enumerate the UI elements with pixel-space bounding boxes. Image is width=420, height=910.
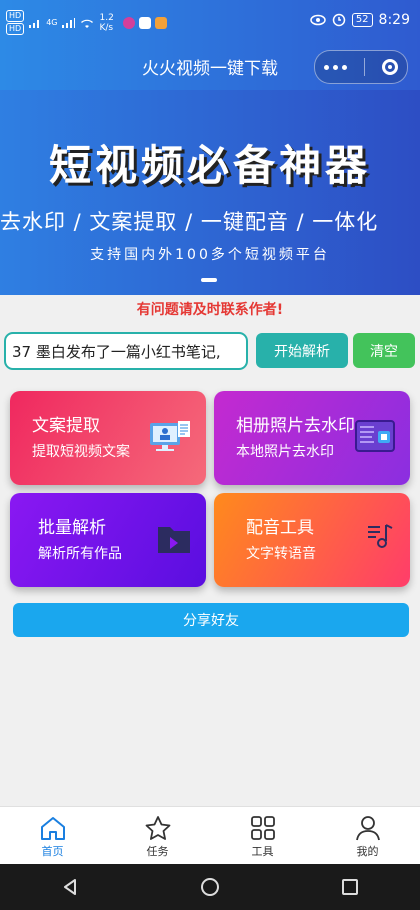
alarm-icon xyxy=(332,13,346,27)
carousel-indicator xyxy=(201,278,217,282)
status-left: HD HD 4G 1.2 K/s xyxy=(6,10,168,35)
home-icon xyxy=(40,817,65,840)
tab-tasks[interactable]: 任务 xyxy=(105,807,210,865)
app-badge-icon xyxy=(155,16,168,29)
more-icon[interactable] xyxy=(323,64,347,70)
tab-tools[interactable]: 工具 xyxy=(210,807,315,865)
miniprogram-capsule xyxy=(314,50,408,84)
start-parse-button[interactable]: 开始解析 xyxy=(256,333,348,368)
home-circle-icon[interactable] xyxy=(200,877,220,897)
card-subtitle: 本地照片去水印 xyxy=(236,444,334,460)
link-input[interactable] xyxy=(4,332,248,370)
folder-icon xyxy=(158,527,190,553)
grid-icon xyxy=(250,816,275,840)
card-title: 批量解析 xyxy=(38,518,106,538)
card-subtitle: 解析所有作品 xyxy=(38,546,122,562)
signal-icon xyxy=(62,17,76,28)
tab-label: 我的 xyxy=(356,845,379,858)
wifi-icon xyxy=(81,19,94,28)
bottom-tab-bar: 首页 任务 工具 我的 xyxy=(0,806,420,865)
music-list-icon xyxy=(368,524,393,548)
battery-icon: 52 xyxy=(351,13,373,27)
tab-label: 首页 xyxy=(41,845,64,858)
banner-title: 短视频必备神器 xyxy=(48,141,371,190)
clear-button[interactable]: 清空 xyxy=(353,333,415,368)
app-notification-icon xyxy=(123,16,136,29)
eye-icon xyxy=(310,14,326,26)
clock: 8:29 xyxy=(378,12,410,28)
capsule-divider xyxy=(363,58,365,76)
image-frame-icon xyxy=(355,420,395,452)
card-copy-extract[interactable]: 文案提取 提取短视频文案 xyxy=(10,391,206,485)
card-subtitle: 提取短视频文案 xyxy=(32,444,130,460)
network-label: 4G xyxy=(46,18,58,27)
card-title: 相册照片去水印 xyxy=(236,416,355,436)
tab-profile[interactable]: 我的 xyxy=(315,807,420,865)
banner-subtitle: 去水印 / 文案提取 / 一键配音 / 一体化 xyxy=(0,210,379,234)
recents-icon[interactable] xyxy=(340,877,360,897)
banner-note: 支持国内外100多个短视频平台 xyxy=(90,247,330,263)
document-monitor-icon xyxy=(150,421,190,451)
card-title: 配音工具 xyxy=(246,518,314,538)
status-right: 52 8:29 xyxy=(310,12,410,28)
share-friends-button[interactable]: 分享好友 xyxy=(13,603,409,637)
card-photo-watermark[interactable]: 相册照片去水印 本地照片去水印 xyxy=(214,391,410,485)
sim2-badge: HD xyxy=(6,23,25,35)
status-bar: HD HD 4G 1.2 K/s 52 8:29 xyxy=(0,0,420,44)
card-title: 文案提取 xyxy=(32,416,100,436)
back-icon[interactable] xyxy=(60,877,80,897)
sim1-badge: HD xyxy=(6,10,25,22)
signal-icon xyxy=(29,19,40,28)
card-batch-parse[interactable]: 批量解析 解析所有作品 xyxy=(10,493,206,587)
tab-label: 任务 xyxy=(146,845,169,858)
system-nav-bar xyxy=(0,864,420,910)
contact-author-note: 有问题请及时联系作者! xyxy=(136,302,284,318)
tab-label: 工具 xyxy=(251,845,274,858)
card-voice-tool[interactable]: 配音工具 文字转语音 xyxy=(214,493,410,587)
speed-label: 1.2 K/s xyxy=(99,12,114,33)
tab-home[interactable]: 首页 xyxy=(0,807,105,865)
wechat-icon xyxy=(139,16,152,29)
card-subtitle: 文字转语音 xyxy=(246,546,316,562)
title-bar: 火火视频一键下载 xyxy=(0,44,420,90)
close-target-icon[interactable] xyxy=(382,59,399,75)
user-icon xyxy=(355,816,380,841)
star-icon xyxy=(145,816,170,840)
sim-indicators: HD HD xyxy=(6,10,25,35)
hero-banner[interactable]: 短视频必备神器 去水印 / 文案提取 / 一键配音 / 一体化 支持国内外100… xyxy=(0,90,420,295)
